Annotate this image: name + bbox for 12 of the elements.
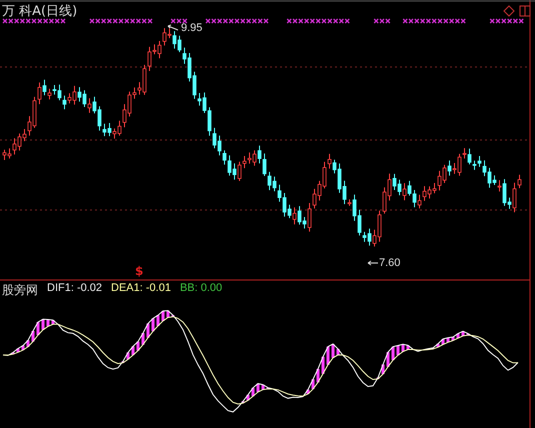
bb-value: BB: 0.00 (180, 282, 222, 296)
dea-value: DEA1: -0.01 (111, 282, 171, 296)
chart-title: 万 科A(日线) (2, 3, 78, 20)
dif-value: DIF1: -0.02 (47, 282, 102, 296)
panel-layout-icon[interactable] (519, 5, 531, 17)
leader-line (368, 260, 378, 266)
leader-line (168, 24, 178, 30)
diamond-icon[interactable] (503, 5, 515, 17)
high-price-label: 9.95 (181, 22, 202, 34)
indicator-name: 股旁网 (2, 282, 38, 299)
signal-mark: $ (135, 264, 144, 278)
low-price-label: 7.60 (379, 257, 400, 269)
